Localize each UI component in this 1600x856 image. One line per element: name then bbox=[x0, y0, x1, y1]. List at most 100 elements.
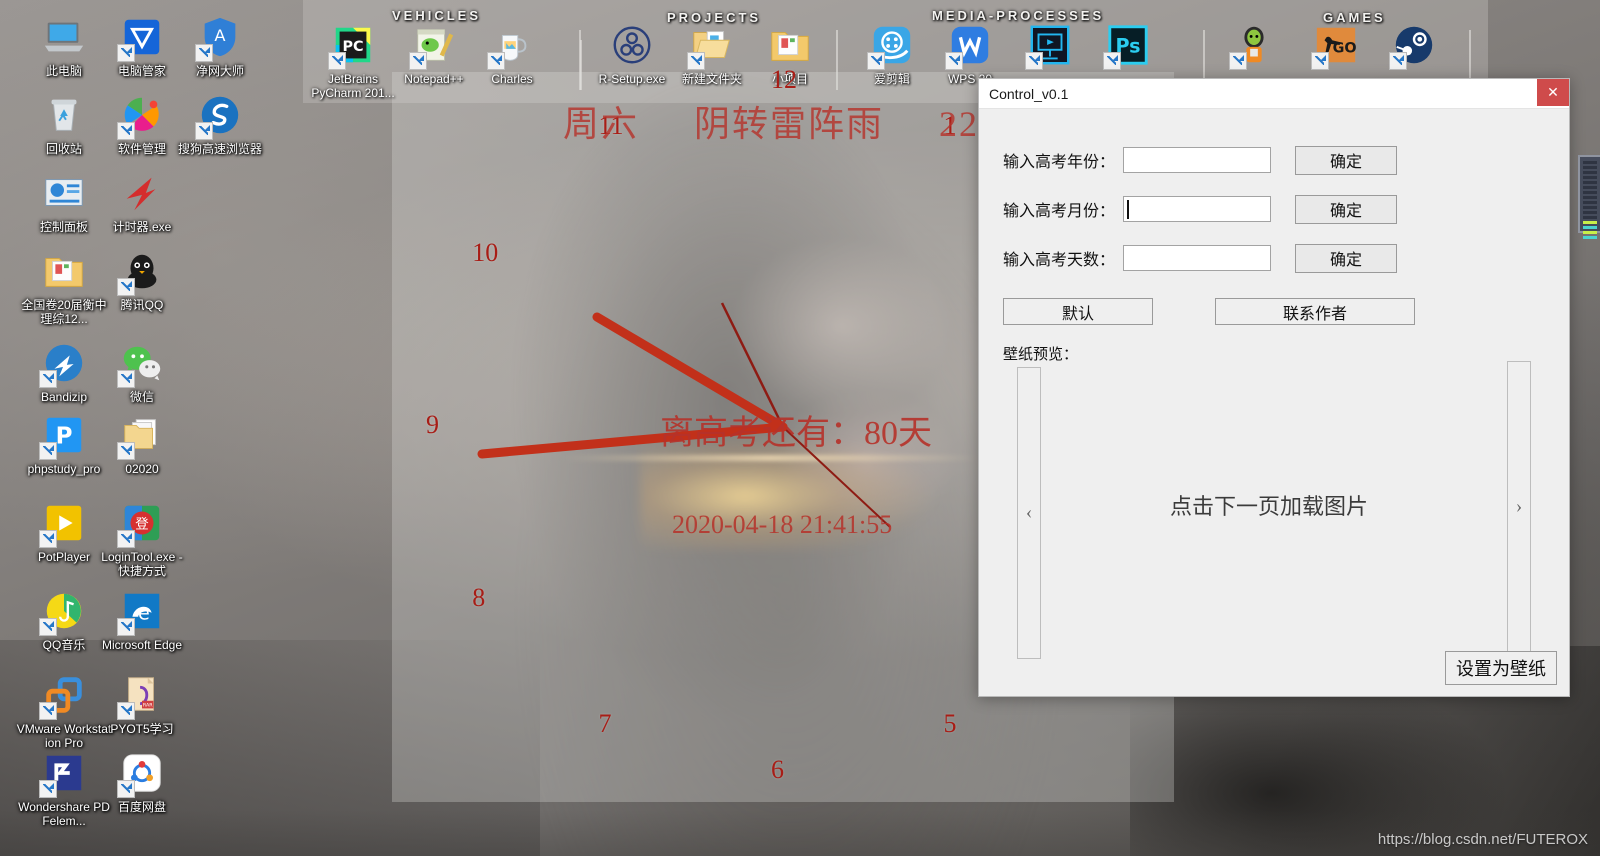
shortcut-overlay-icon bbox=[117, 44, 135, 62]
desktop-icon-baidu-netdisk[interactable]: 百度网盘 bbox=[94, 750, 190, 814]
qqmusic-icon bbox=[39, 588, 87, 636]
shortcut-overlay-icon bbox=[1389, 52, 1407, 70]
control-panel-icon bbox=[41, 170, 87, 216]
contact-author-button[interactable]: 联系作者 bbox=[1215, 298, 1415, 325]
year-input[interactable] bbox=[1123, 147, 1271, 173]
software-manager-icon bbox=[117, 92, 165, 140]
desktop-icon-edge[interactable]: e Microsoft Edge bbox=[94, 588, 190, 652]
desktop-icon-label: 净网大师 bbox=[195, 64, 244, 78]
year-field-label: 输入高考年份： bbox=[1003, 152, 1116, 171]
svg-text:A: A bbox=[214, 26, 225, 45]
weather-weekday: 周六 bbox=[563, 104, 640, 144]
default-button[interactable]: 默认 bbox=[1003, 298, 1153, 325]
desktop-icon-label: 02020 bbox=[125, 462, 159, 476]
pdfelement-icon bbox=[39, 750, 87, 798]
month-input[interactable] bbox=[1123, 196, 1271, 222]
folder-icon bbox=[41, 248, 87, 294]
svg-text:RAR: RAR bbox=[143, 703, 153, 709]
desktop-icon-label: PYOT5学习 bbox=[110, 722, 174, 736]
clock-numeral-9: 9 bbox=[426, 410, 439, 439]
dock-icon-wps[interactable]: WPS 20 bbox=[928, 22, 1012, 86]
csgo-icon: GO bbox=[1311, 22, 1359, 70]
shortcut-overlay-icon bbox=[945, 52, 963, 70]
shortcut-overlay-icon bbox=[195, 44, 213, 62]
computer-icon bbox=[41, 14, 87, 60]
dock-icon-photoshop[interactable]: Ps bbox=[1086, 22, 1170, 72]
volume-meter-bar bbox=[1583, 211, 1597, 214]
desktop-icon-label: Microsoft Edge bbox=[101, 638, 183, 652]
volume-meter-bar bbox=[1583, 171, 1597, 174]
close-icon[interactable]: ✕ bbox=[1537, 79, 1569, 106]
dock-icon-csgo[interactable]: GO bbox=[1294, 22, 1378, 72]
dock-icon-r-setup[interactable]: R-Setup.exe bbox=[590, 22, 674, 86]
svg-text:登: 登 bbox=[135, 517, 149, 533]
dialog-title: Control_v0.1 bbox=[989, 85, 1069, 102]
volume-meter-bar bbox=[1583, 226, 1597, 229]
days-confirm-button[interactable]: 确定 bbox=[1295, 243, 1397, 273]
desktop-icon-folder-stack[interactable]: 02020 bbox=[94, 412, 190, 476]
year-confirm-button[interactable]: 确定 bbox=[1295, 145, 1397, 175]
volume-meter-bar bbox=[1583, 231, 1597, 234]
clock-numeral-10: 10 bbox=[472, 237, 499, 267]
month-field-label: 输入高考月份： bbox=[1003, 201, 1116, 220]
phpstudy-icon: P bbox=[39, 412, 87, 460]
clock-numeral-5: 5 bbox=[943, 708, 957, 738]
dialog-body: 输入高考年份： 确定 输入高考月份： 确定 输入高考天数： 确定 默认 联系作者… bbox=[979, 109, 1569, 697]
shortcut-overlay-icon bbox=[117, 370, 135, 388]
preview-placeholder-text: 点击下一页加载图片 bbox=[1169, 495, 1368, 520]
desktop-icon-wechat[interactable]: 微信 bbox=[94, 340, 190, 404]
month-confirm-button[interactable]: 确定 bbox=[1295, 194, 1397, 224]
shortcut-overlay-icon bbox=[39, 442, 57, 460]
net-cleaner-icon: A bbox=[195, 14, 243, 62]
dialog-titlebar[interactable]: Control_v0.1 ✕ bbox=[979, 79, 1569, 109]
desktop-icon-qq[interactable]: 腾讯QQ bbox=[94, 248, 190, 312]
dock-icon-label: 爱剪辑 bbox=[873, 72, 910, 86]
dock-icon-folder-open[interactable]: 新建文件夹 bbox=[670, 22, 754, 86]
volume-meter-bar bbox=[1583, 216, 1597, 219]
dock-icon-kerbal[interactable] bbox=[1212, 22, 1296, 72]
shortcut-overlay-icon bbox=[117, 618, 135, 636]
desktop-icon-label: 搜狗高速浏览器 bbox=[177, 142, 262, 156]
r-setup-icon bbox=[609, 22, 655, 68]
category-title-vehicles: VEHICLES bbox=[392, 8, 482, 23]
days-input[interactable] bbox=[1123, 245, 1271, 271]
clock-numeral-7: 7 bbox=[598, 708, 612, 738]
vmware-icon bbox=[39, 672, 87, 720]
desktop-icon-pyqt5-doc[interactable]: RAR PYOT5学习 bbox=[94, 672, 190, 736]
desktop-icon-net-cleaner[interactable]: A 净网大师 bbox=[172, 14, 268, 78]
pc-manager-icon bbox=[117, 14, 165, 62]
dock-icon-video-editor[interactable] bbox=[1008, 22, 1092, 72]
desktop-icon-label: 腾讯QQ bbox=[120, 298, 164, 312]
dock-icon-steam[interactable] bbox=[1372, 22, 1456, 72]
shortcut-overlay-icon bbox=[117, 530, 135, 548]
days-field-label: 输入高考天数： bbox=[1003, 250, 1116, 269]
desktop-icon-label: 微信 bbox=[129, 390, 154, 404]
prev-page-button[interactable]: ‹ bbox=[1017, 367, 1041, 659]
next-page-button[interactable]: › bbox=[1507, 361, 1531, 653]
control-dialog[interactable]: Control_v0.1 ✕ 输入高考年份： 确定 输入高考月份： 确定 输入高… bbox=[978, 78, 1570, 697]
weather-condition: 阴转雷阵雨 bbox=[694, 104, 885, 144]
set-wallpaper-button[interactable]: 设置为壁纸 bbox=[1445, 651, 1557, 685]
dock-icon-aijianji[interactable]: 爱剪辑 bbox=[850, 22, 934, 86]
edge-icon: e bbox=[117, 588, 165, 636]
desktop-icon-logintool[interactable]: 登 LoginTool.exe - 快捷方式 bbox=[94, 500, 190, 578]
shortcut-overlay-icon bbox=[117, 780, 135, 798]
potplayer-icon bbox=[39, 500, 87, 548]
shortcut-overlay-icon bbox=[39, 370, 57, 388]
volume-meter-bar bbox=[1583, 196, 1597, 199]
shortcut-overlay-icon bbox=[1229, 52, 1247, 70]
clock-numeral-6: 6 bbox=[771, 755, 784, 784]
dock-icon-label: Notepad++ bbox=[404, 72, 464, 86]
text-caret bbox=[1127, 200, 1129, 219]
kerbal-icon bbox=[1229, 22, 1277, 70]
dock-icon-charles[interactable]: Charles bbox=[470, 22, 554, 86]
volume-meter-bar bbox=[1583, 161, 1597, 164]
shortcut-overlay-icon bbox=[1311, 52, 1329, 70]
volume-meter-bar bbox=[1583, 201, 1597, 204]
desktop-icon-timer-exe[interactable]: 计时器.exe bbox=[94, 170, 190, 234]
dock-icon-pycharm[interactable]: PC JetBrains PyCharm 201... bbox=[311, 22, 395, 100]
volume-meter-gadget[interactable] bbox=[1578, 155, 1600, 239]
desktop-icon-sogou-browser[interactable]: 搜狗高速浏览器 bbox=[172, 92, 268, 156]
dock-icon-notepadpp[interactable]: Notepad++ bbox=[392, 22, 476, 86]
folder-open-icon bbox=[687, 22, 735, 70]
